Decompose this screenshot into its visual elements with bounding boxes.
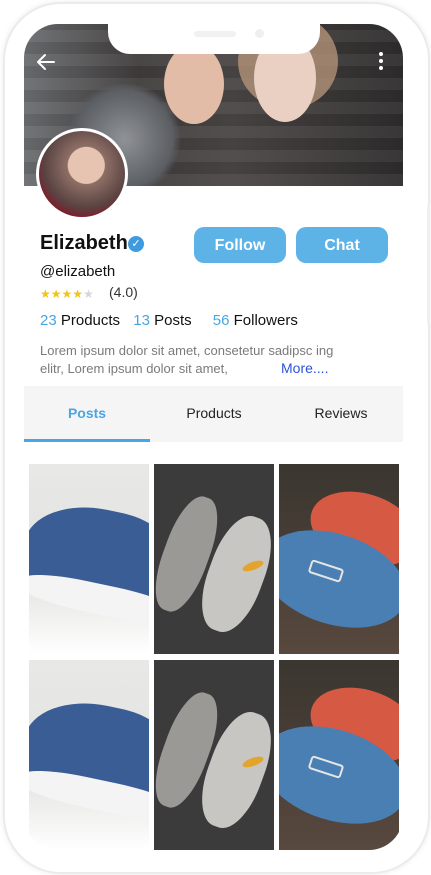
star-icon: ★ — [50, 287, 62, 301]
star-icon: ★ — [40, 287, 51, 301]
post-thumbnail[interactable] — [154, 464, 274, 654]
side-button — [427, 205, 430, 325]
profile-stats: 23 Products 13 Posts 56 Followers — [40, 312, 298, 329]
app-screen: Elizabeth ✓ @elizabeth ★★★★★ (4.0) 23 Pr… — [24, 24, 403, 850]
star-empty-icon: ★ — [83, 287, 94, 301]
chat-button[interactable]: Chat — [296, 227, 388, 263]
rating-text: (4.0) — [109, 284, 138, 300]
products-count: 23 — [40, 312, 57, 329]
tab-posts[interactable]: Posts — [24, 386, 150, 440]
profile-handle: @elizabeth — [40, 263, 116, 280]
active-tab-indicator — [24, 439, 150, 442]
phone-notch — [108, 24, 320, 54]
rating-stars: ★★★★★ — [40, 287, 94, 301]
post-thumbnail[interactable] — [279, 660, 399, 850]
profile-tabs: Posts Products Reviews — [24, 386, 403, 442]
products-label: Products — [60, 312, 121, 329]
follow-button[interactable]: Follow — [194, 227, 286, 263]
posts-label: Posts — [154, 312, 192, 329]
post-thumbnail[interactable] — [154, 660, 274, 850]
post-thumbnail[interactable] — [29, 660, 149, 850]
more-link[interactable]: More.... — [281, 360, 328, 376]
arrow-left-icon[interactable] — [34, 50, 58, 74]
post-thumbnail[interactable] — [279, 464, 399, 654]
avatar[interactable] — [36, 128, 128, 220]
followers-label: Followers — [233, 312, 298, 329]
followers-count: 56 — [212, 312, 230, 329]
posts-count: 13 — [133, 312, 150, 329]
tab-reviews[interactable]: Reviews — [278, 386, 403, 440]
star-icon: ★ — [61, 287, 73, 301]
profile-name: Elizabeth — [40, 232, 128, 254]
tab-products[interactable]: Products — [151, 386, 277, 440]
post-thumbnail[interactable] — [29, 464, 149, 654]
check-badge-icon: ✓ — [128, 236, 144, 252]
more-vertical-icon[interactable] — [376, 52, 386, 74]
star-icon: ★ — [72, 287, 84, 301]
